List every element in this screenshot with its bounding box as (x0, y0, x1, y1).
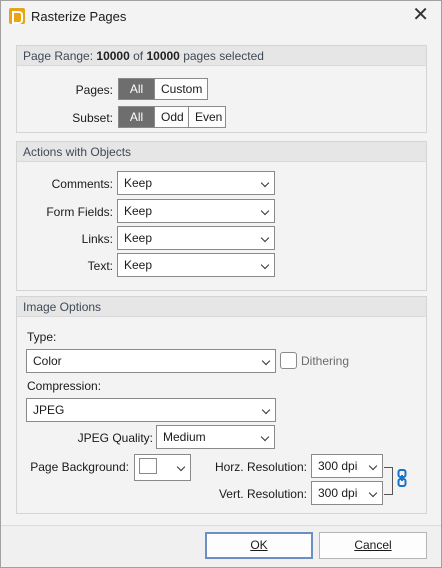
page-background-label: Page Background: (30, 460, 129, 474)
compression-dropdown[interactable]: JPEG (26, 398, 276, 422)
color-swatch (139, 458, 157, 474)
jpeg-quality-dropdown[interactable]: Medium (156, 425, 275, 449)
text-label: Text: (87, 259, 113, 273)
cancel-button-label: Cancel (354, 538, 392, 552)
page-range-prefix: Page Range: (23, 49, 94, 63)
compression-value: JPEG (33, 403, 65, 417)
subset-all-option[interactable]: All (119, 107, 155, 127)
horz-resolution-value: 300 dpi (318, 459, 358, 473)
compression-label: Compression: (27, 379, 102, 393)
horz-resolution-dropdown[interactable]: 300 dpi (311, 454, 383, 478)
vert-resolution-dropdown[interactable]: 300 dpi (311, 481, 383, 505)
pages-custom-option[interactable]: Custom (155, 79, 207, 99)
type-label: Type: (27, 330, 57, 344)
text-value: Keep (124, 258, 153, 272)
selected-count: 10000 (96, 49, 130, 63)
chevron-down-icon (176, 462, 186, 472)
total-count: 10000 (146, 49, 180, 63)
pages-segmented-control: All Custom (118, 78, 208, 100)
chevron-down-icon (260, 178, 270, 188)
chevron-down-icon (368, 488, 378, 498)
chevron-down-icon (261, 405, 271, 415)
vert-resolution-value: 300 dpi (318, 486, 358, 500)
dialog-title: Rasterize Pages (31, 9, 127, 24)
links-label: Links: (81, 232, 113, 246)
dithering-label: Dithering (301, 354, 350, 368)
chevron-down-icon (261, 356, 271, 366)
actions-header: Actions with Objects (17, 142, 426, 162)
chevron-down-icon (260, 260, 270, 270)
form-fields-value: Keep (124, 204, 153, 218)
links-dropdown[interactable]: Keep (117, 226, 275, 250)
app-logo-icon (9, 8, 25, 24)
page-range-header: Page Range: 10000 of 10000 pages selecte… (17, 46, 426, 66)
pages-all-option[interactable]: All (119, 79, 155, 99)
subset-label: Subset: (72, 111, 113, 125)
ok-button[interactable]: OK (205, 532, 313, 559)
chevron-down-icon (260, 206, 270, 216)
of-text: of (133, 49, 144, 63)
rasterize-pages-dialog: Rasterize Pages ✕ Page Range: 10000 of 1… (0, 0, 442, 568)
jpeg-quality-value: Medium (163, 430, 206, 444)
page-background-color-picker[interactable] (134, 454, 191, 481)
cancel-button[interactable]: Cancel (319, 532, 427, 559)
chevron-down-icon (260, 233, 270, 243)
links-value: Keep (124, 231, 153, 245)
subset-even-option[interactable]: Even (189, 107, 225, 127)
pages-label: Pages: (75, 83, 113, 97)
ok-button-label: OK (250, 538, 268, 552)
comments-dropdown[interactable]: Keep (117, 171, 275, 195)
horz-resolution-label: Horz. Resolution: (214, 460, 307, 474)
vert-resolution-label: Vert. Resolution: (218, 487, 307, 501)
comments-value: Keep (124, 176, 153, 190)
chain-link-icon[interactable] (397, 469, 407, 487)
subset-odd-option[interactable]: Odd (155, 107, 189, 127)
form-fields-label: Form Fields: (46, 205, 113, 219)
chevron-down-icon (368, 461, 378, 471)
type-dropdown[interactable]: Color (26, 349, 276, 373)
type-value: Color (33, 354, 62, 368)
resolution-link-bracket (384, 467, 393, 495)
close-icon[interactable]: ✕ (412, 5, 429, 25)
comments-label: Comments: (51, 177, 113, 191)
text-dropdown[interactable]: Keep (117, 253, 275, 277)
chevron-down-icon (260, 432, 270, 442)
title-bar: Rasterize Pages ✕ (1, 1, 441, 33)
form-fields-dropdown[interactable]: Keep (117, 199, 275, 223)
dithering-checkbox[interactable] (280, 352, 297, 369)
subset-segmented-control: All Odd Even (118, 106, 226, 128)
pages-selected-text: pages selected (183, 49, 264, 63)
jpeg-quality-label: JPEG Quality: (77, 431, 153, 445)
image-options-header: Image Options (17, 297, 426, 317)
